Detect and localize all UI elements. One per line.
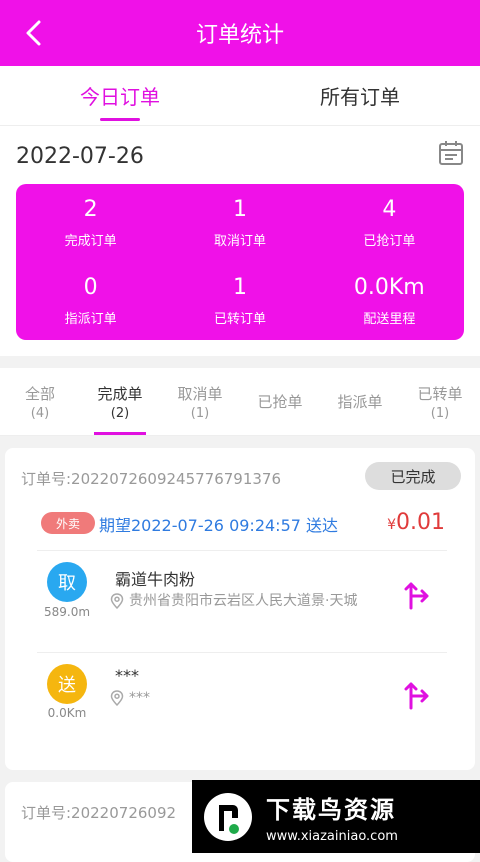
selected-date: 2022-07-26 bbox=[16, 144, 144, 169]
stat-mileage: 0.0Km 配送里程 bbox=[315, 262, 464, 340]
filter-transferred[interactable]: 已转单 (1) bbox=[400, 368, 480, 435]
status-filter-tabs: 全部 (4) 完成单 (2) 取消单 (1) 已抢单 指派单 已转单 (1) bbox=[0, 368, 480, 436]
divider bbox=[37, 550, 447, 551]
pickup-distance: 589.0m bbox=[43, 605, 91, 619]
navigation-icon[interactable] bbox=[403, 574, 433, 610]
expected-delivery-time: 期望2022-07-26 09:24:57 送达 bbox=[99, 516, 339, 535]
status-badge: 已完成 bbox=[365, 462, 461, 490]
bird-logo-icon bbox=[204, 792, 252, 841]
address-text: 贵州省贵阳市云岩区人民大道景·天城 bbox=[129, 593, 358, 609]
filter-label: 完成单 bbox=[97, 384, 143, 403]
order-number: 订单号:20220726092457767913​76 bbox=[21, 470, 282, 488]
stat-transferred: 1 已转订单 bbox=[165, 262, 314, 340]
deliver-address: *** bbox=[109, 688, 389, 708]
currency-symbol: ¥ bbox=[387, 517, 397, 533]
stat-value: 0.0Km bbox=[353, 275, 425, 300]
stat-label: 指派订单 bbox=[64, 312, 117, 327]
stat-label: 取消订单 bbox=[213, 234, 266, 249]
order-type-tag: 外卖 bbox=[41, 512, 95, 534]
price-value: 0.01 bbox=[396, 510, 445, 535]
stat-completed: 2 完成订单 bbox=[16, 184, 165, 262]
tab-all-orders[interactable]: 所有订单 bbox=[240, 66, 480, 125]
filter-label: 已转单 bbox=[417, 384, 463, 403]
watermark-text: 下载鸟资源 www.xiazainiao.com bbox=[266, 790, 398, 844]
filter-label: 已抢单 bbox=[257, 393, 303, 411]
stat-value: 1 bbox=[232, 275, 247, 300]
deliver-name: *** bbox=[115, 666, 139, 685]
stat-value: 2 bbox=[83, 197, 98, 222]
stat-value: 4 bbox=[382, 197, 397, 222]
order-number: 订单号:20220726092 bbox=[21, 804, 177, 822]
stat-label: 完成订单 bbox=[64, 234, 117, 249]
stat-label: 已抢订单 bbox=[363, 234, 416, 249]
stat-grabbed: 4 已抢订单 bbox=[315, 184, 464, 262]
filter-count: (1) bbox=[430, 405, 450, 421]
navigation-icon[interactable] bbox=[403, 674, 433, 710]
location-pin-icon bbox=[110, 690, 124, 706]
filter-label: 指派单 bbox=[337, 393, 383, 411]
pickup-address: 贵州省贵阳市云岩区人民大道景·天城 bbox=[109, 591, 389, 611]
filter-count: (4) bbox=[30, 405, 50, 421]
filter-grabbed[interactable]: 已抢单 bbox=[240, 368, 320, 435]
deliver-badge: 送 bbox=[47, 664, 87, 704]
filter-label: 全部 bbox=[24, 384, 55, 403]
order-card[interactable]: 订单号:20220726092457767913​76 已完成 外卖 期望202… bbox=[5, 448, 475, 770]
filter-count: (1) bbox=[190, 405, 210, 421]
filter-completed[interactable]: 完成单 (2) bbox=[80, 368, 160, 435]
stat-cancelled: 1 取消订单 bbox=[165, 184, 314, 262]
app-header: 订单统计 bbox=[0, 0, 480, 66]
address-text: *** bbox=[129, 690, 150, 706]
pickup-name: 霸道牛肉粉 bbox=[115, 570, 196, 589]
location-pin-icon bbox=[110, 593, 124, 609]
stats-panel: 2 完成订单 1 取消订单 4 已抢订单 0 指派订单 1 已转订单 0.0Km… bbox=[16, 184, 464, 340]
divider bbox=[37, 652, 447, 653]
back-arrow-icon[interactable] bbox=[18, 16, 52, 50]
stat-assigned: 0 指派订单 bbox=[16, 262, 165, 340]
deliver-distance: 0.0Km bbox=[47, 706, 87, 720]
stat-value: 1 bbox=[232, 197, 247, 222]
watermark-url: www.xiazainiao.com bbox=[266, 828, 398, 844]
watermark-title: 下载鸟资源 bbox=[266, 795, 396, 824]
filter-all[interactable]: 全部 (4) bbox=[0, 368, 80, 435]
filter-cancelled[interactable]: 取消单 (1) bbox=[160, 368, 240, 435]
date-summary-section: 2022-07-26 2 完成订单 1 取消订单 4 已抢订单 0 指派订单 1… bbox=[0, 126, 480, 356]
stat-value: 0 bbox=[83, 275, 98, 300]
order-tabs: 今日订单 所有订单 bbox=[0, 66, 480, 126]
filter-count: (2) bbox=[110, 405, 130, 421]
filter-label: 取消单 bbox=[177, 384, 223, 403]
tab-today-orders[interactable]: 今日订单 bbox=[0, 66, 240, 125]
filter-assigned[interactable]: 指派单 bbox=[320, 368, 400, 435]
pickup-badge: 取 bbox=[47, 562, 87, 602]
stat-label: 配送里程 bbox=[363, 312, 416, 327]
order-price: ¥0.01 bbox=[387, 510, 445, 535]
watermark: 下载鸟资源 www.xiazainiao.com bbox=[192, 780, 480, 853]
stat-label: 已转订单 bbox=[213, 312, 266, 327]
page-title: 订单统计 bbox=[195, 23, 284, 48]
calendar-icon[interactable] bbox=[438, 140, 464, 166]
